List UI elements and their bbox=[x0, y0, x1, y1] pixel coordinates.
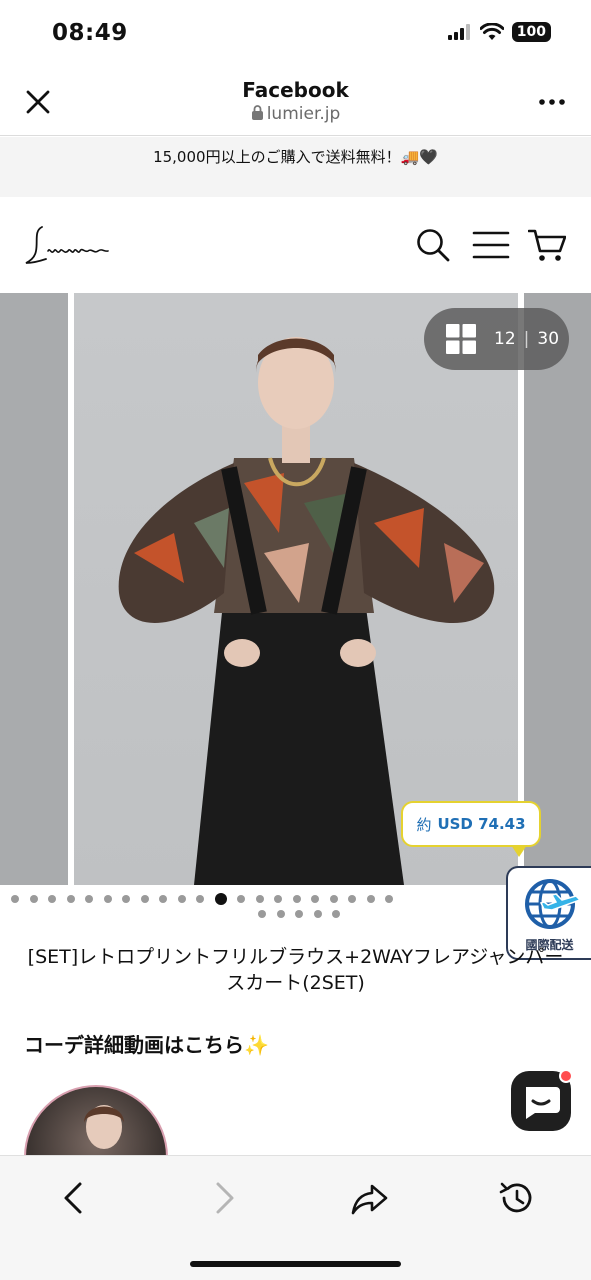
promo-banner[interactable]: 15,000円以上のご購入で送料無料！🚚🖤 bbox=[0, 137, 591, 197]
back-icon[interactable] bbox=[54, 1178, 94, 1218]
gallery-dot[interactable] bbox=[122, 895, 130, 903]
video-section-heading: コーデ詳細動画はこちら✨ bbox=[24, 1033, 269, 1057]
gallery-dot[interactable] bbox=[85, 895, 93, 903]
browser-url-text: lumier.jp bbox=[266, 104, 341, 124]
gallery-dot[interactable] bbox=[332, 910, 340, 918]
gallery-dot-active[interactable] bbox=[214, 893, 227, 905]
gallery-dot[interactable] bbox=[292, 895, 301, 903]
gallery-dot[interactable] bbox=[348, 895, 356, 903]
status-time: 08:49 bbox=[52, 20, 128, 46]
image-counter[interactable]: 12 | 30 bbox=[424, 308, 569, 370]
gallery-dot[interactable] bbox=[366, 895, 375, 903]
next-image-peek[interactable] bbox=[524, 293, 591, 885]
gallery-dot[interactable] bbox=[29, 895, 38, 903]
lumier-logo[interactable] bbox=[24, 221, 124, 269]
more-icon[interactable] bbox=[537, 88, 567, 116]
home-indicator bbox=[190, 1261, 401, 1267]
site-header bbox=[0, 197, 591, 293]
model-illustration bbox=[118, 337, 495, 885]
gallery-dot[interactable] bbox=[255, 895, 264, 903]
gallery-dot[interactable] bbox=[140, 895, 149, 903]
status-bar: 08:49 100 bbox=[0, 0, 591, 66]
browser-header: Facebook lumier.jp bbox=[0, 66, 591, 136]
product-title: [SET]レトロプリントフリルブラウス+2WAYフレアジャンパースカート(2SE… bbox=[27, 946, 564, 994]
price-amount: USD 74.43 bbox=[437, 815, 526, 833]
gallery-dot[interactable] bbox=[66, 895, 75, 903]
chat-notification-badge bbox=[559, 1069, 573, 1083]
grid-icon bbox=[446, 324, 476, 354]
counter-total: 30 bbox=[537, 329, 560, 349]
history-icon[interactable] bbox=[496, 1178, 536, 1218]
gallery-dot[interactable] bbox=[258, 910, 266, 918]
gallery-dot[interactable] bbox=[196, 895, 204, 903]
product-gallery[interactable]: 12 | 30 bbox=[0, 293, 591, 885]
gallery-dot[interactable] bbox=[385, 895, 393, 903]
battery-indicator: 100 bbox=[511, 22, 551, 42]
gallery-dot[interactable] bbox=[329, 895, 338, 903]
share-icon[interactable] bbox=[350, 1178, 390, 1218]
signal-icon bbox=[447, 24, 470, 40]
gallery-dot[interactable] bbox=[103, 895, 112, 903]
dot-row bbox=[258, 910, 340, 918]
wifi-icon bbox=[479, 23, 504, 40]
counter-separator: | bbox=[523, 329, 530, 349]
lock-icon bbox=[251, 105, 263, 120]
gallery-dot[interactable] bbox=[311, 895, 319, 903]
price-prefix: 約 bbox=[416, 815, 432, 834]
gallery-dot[interactable] bbox=[237, 895, 245, 903]
cart-icon[interactable] bbox=[528, 227, 566, 263]
gallery-dot[interactable] bbox=[313, 910, 322, 918]
gallery-dot[interactable] bbox=[177, 895, 186, 903]
gallery-dot[interactable] bbox=[48, 895, 56, 903]
gallery-dot[interactable] bbox=[274, 895, 282, 903]
browser-url: lumier.jp bbox=[0, 104, 591, 124]
product-photo[interactable] bbox=[74, 293, 518, 885]
gallery-dot[interactable] bbox=[159, 895, 167, 903]
status-icons: 100 bbox=[447, 22, 551, 42]
gallery-dot[interactable] bbox=[276, 910, 285, 918]
forward-icon[interactable] bbox=[204, 1178, 244, 1218]
prev-image-peek[interactable] bbox=[0, 293, 68, 885]
chat-button[interactable] bbox=[511, 1069, 573, 1131]
browser-toolbar bbox=[0, 1155, 591, 1280]
gallery-dot[interactable] bbox=[11, 895, 19, 903]
menu-icon[interactable] bbox=[472, 227, 510, 263]
gallery-dot[interactable] bbox=[295, 910, 303, 918]
dot-row bbox=[11, 893, 393, 905]
counter-current: 12 bbox=[494, 329, 516, 349]
browser-title: Facebook bbox=[242, 78, 349, 102]
search-icon[interactable] bbox=[414, 227, 452, 263]
price-bubble[interactable]: 約 USD 74.43 bbox=[401, 801, 541, 857]
globe-plane-icon bbox=[525, 879, 582, 929]
